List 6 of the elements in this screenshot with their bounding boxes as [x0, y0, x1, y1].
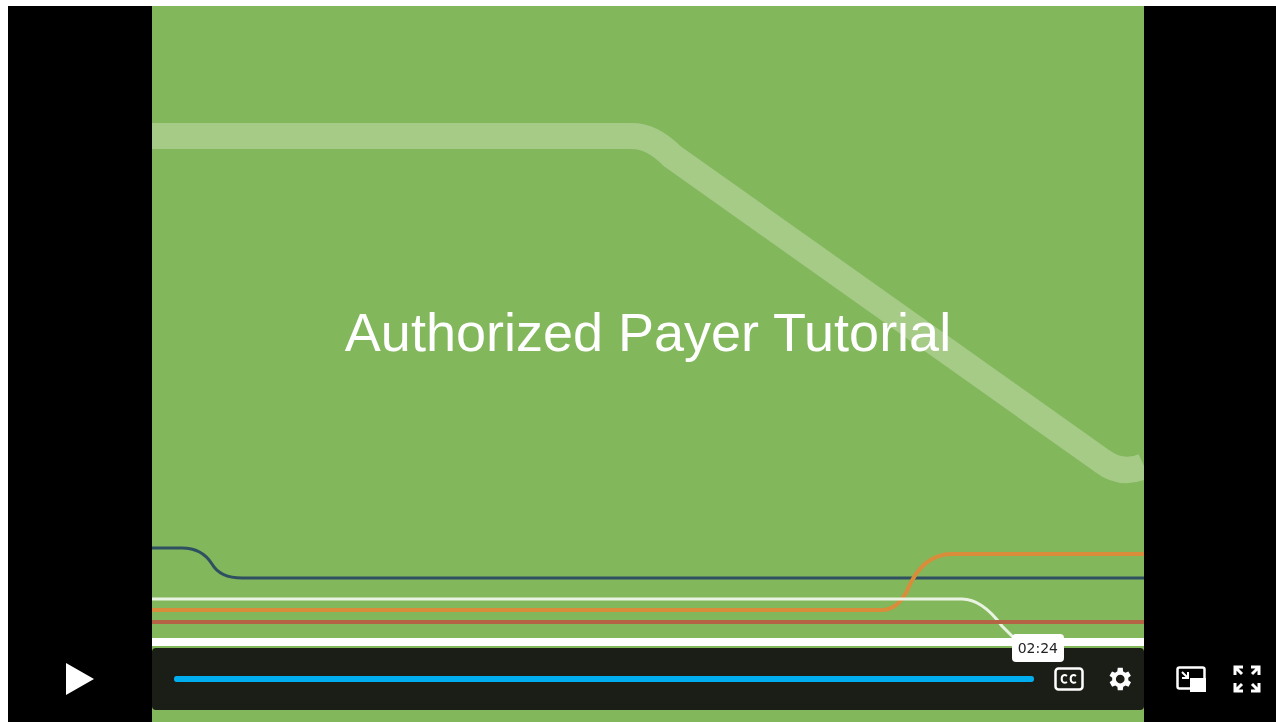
slide-title: Authorized Payer Tutorial: [344, 302, 952, 362]
time-tooltip: 02:24: [1011, 634, 1064, 662]
captions-icon[interactable]: [1054, 667, 1084, 691]
picture-in-picture-icon[interactable]: [1176, 666, 1206, 692]
fullscreen-icon[interactable]: [1232, 664, 1262, 694]
play-icon: [66, 663, 94, 695]
